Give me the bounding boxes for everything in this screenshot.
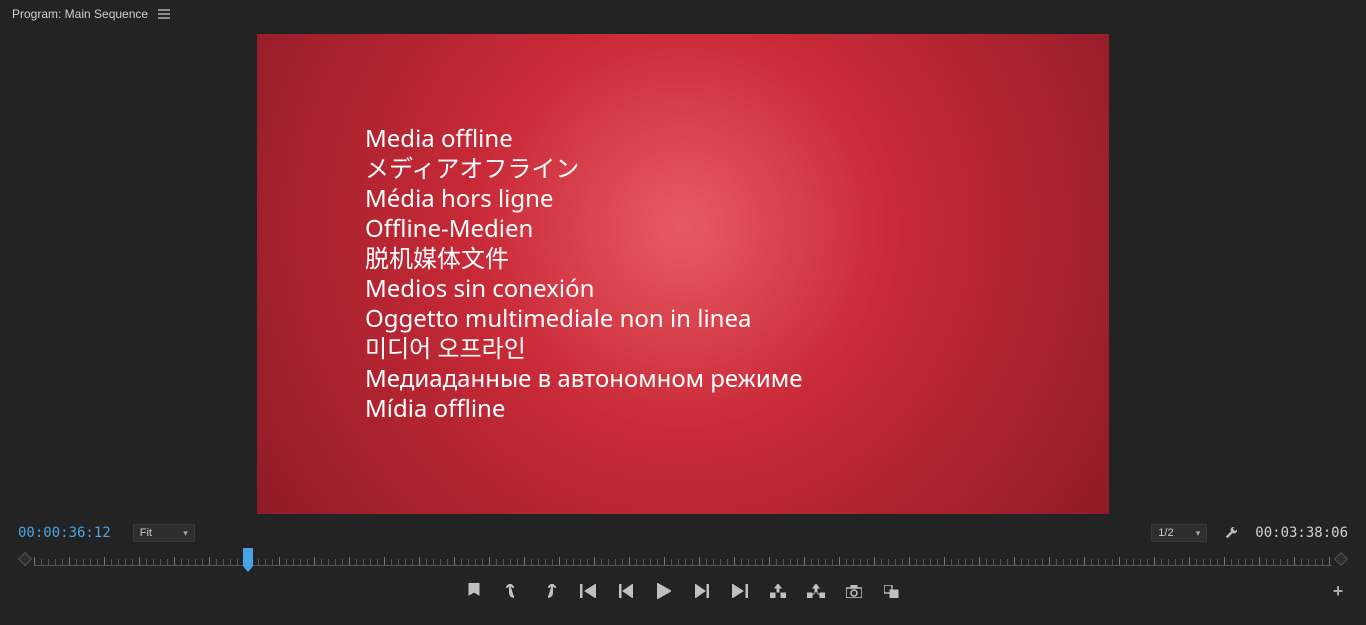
- transport-controls: +: [0, 572, 1366, 610]
- go-to-in-button[interactable]: [578, 581, 598, 601]
- export-frame-button[interactable]: [844, 581, 864, 601]
- resolution-label: 1/2: [1158, 527, 1173, 539]
- offline-line: Media offline: [365, 124, 802, 154]
- timeline-ruler-row: [0, 546, 1366, 572]
- button-editor-add-icon[interactable]: +: [1330, 583, 1346, 599]
- zoom-level-label: Fit: [140, 527, 152, 539]
- comparison-view-button[interactable]: [882, 581, 902, 601]
- transport-bar: 00:00:36:12 Fit ▾ 1/2 ▾ 00:03:38:06: [0, 520, 1366, 625]
- media-offline-message: Media offline メディアオフライン Média hors ligne…: [257, 124, 802, 424]
- panel-header: Program: Main Sequence: [0, 0, 1366, 28]
- offline-line: メディアオフライン: [365, 154, 802, 184]
- offline-line: Offline-Medien: [365, 214, 802, 244]
- video-frame: Media offline メディアオフライン Média hors ligne…: [257, 34, 1109, 514]
- step-back-button[interactable]: [616, 581, 636, 601]
- info-row: 00:00:36:12 Fit ▾ 1/2 ▾ 00:03:38:06: [0, 520, 1366, 546]
- extract-button[interactable]: [806, 581, 826, 601]
- add-marker-button[interactable]: [464, 581, 484, 601]
- chevron-down-icon: ▾: [1196, 528, 1201, 539]
- playhead[interactable]: [243, 548, 253, 566]
- offline-line: Медиаданные в автономном режиме: [365, 364, 802, 394]
- timeline-start-handle[interactable]: [18, 552, 32, 566]
- step-forward-button[interactable]: [692, 581, 712, 601]
- offline-line: Medios sin conexión: [365, 274, 802, 304]
- zoom-level-select[interactable]: Fit ▾: [133, 524, 195, 542]
- program-viewer[interactable]: Media offline メディアオフライン Média hors ligne…: [0, 28, 1366, 520]
- go-to-out-button[interactable]: [730, 581, 750, 601]
- timeline-end-handle[interactable]: [1334, 552, 1348, 566]
- panel-menu-icon[interactable]: [156, 6, 172, 22]
- offline-line: Mídia offline: [365, 394, 802, 424]
- mark-out-button[interactable]: [540, 581, 560, 601]
- play-button[interactable]: [654, 581, 674, 601]
- offline-line: Média hors ligne: [365, 184, 802, 214]
- offline-line: Oggetto multimediale non in linea: [365, 304, 802, 334]
- resolution-select[interactable]: 1/2 ▾: [1151, 524, 1207, 542]
- offline-line: 미디어 오프라인: [365, 334, 802, 364]
- panel-title: Program: Main Sequence: [12, 7, 148, 21]
- lift-button[interactable]: [768, 581, 788, 601]
- time-ruler[interactable]: [34, 552, 1332, 566]
- current-timecode[interactable]: 00:00:36:12: [18, 525, 111, 541]
- mark-in-button[interactable]: [502, 581, 522, 601]
- chevron-down-icon: ▾: [183, 528, 188, 539]
- duration-timecode: 00:03:38:06: [1255, 525, 1348, 541]
- offline-line: 脱机媒体文件: [365, 244, 802, 274]
- settings-wrench-icon[interactable]: [1223, 525, 1239, 541]
